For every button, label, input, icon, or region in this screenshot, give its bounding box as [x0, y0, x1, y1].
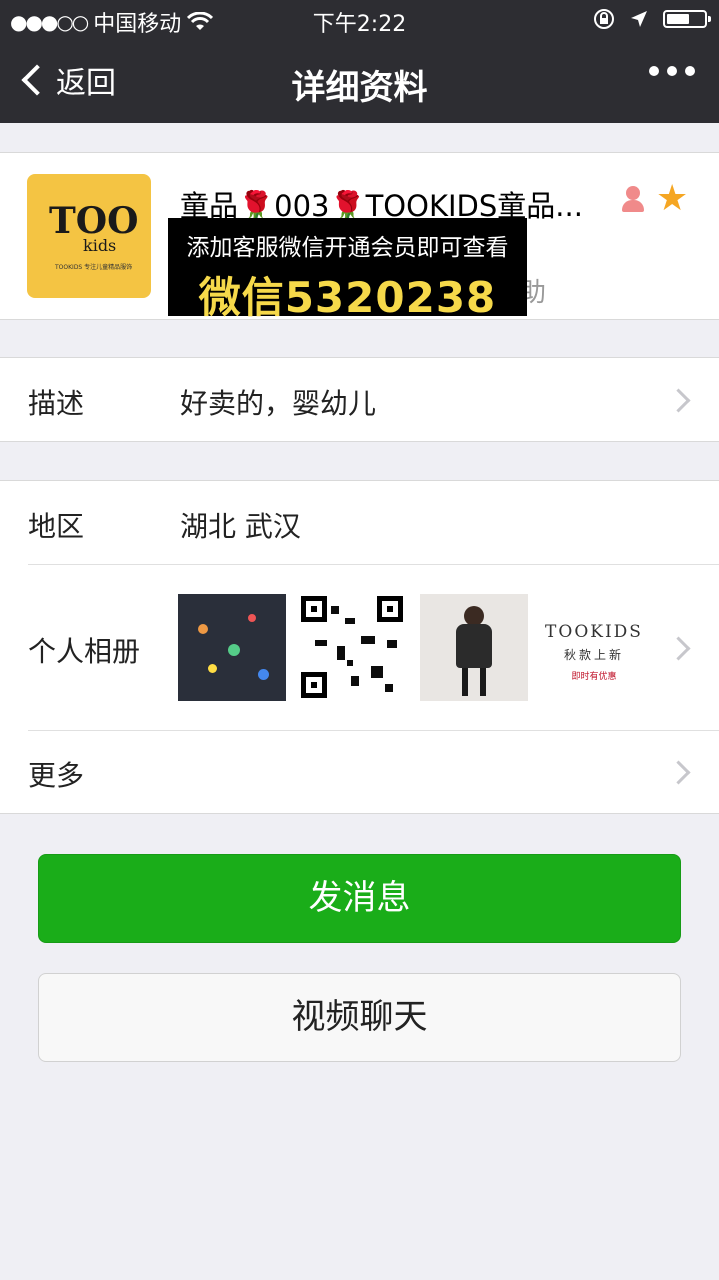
page-title: 详细资料: [291, 68, 428, 108]
thumb-promo-text: 即时有优惠: [571, 672, 617, 682]
promo-wechat-id: 微信5320238: [198, 273, 497, 322]
details-group: 地区 湖北 武汉 个人相册 TOOKIDS 秋款上新 即时有优惠 更多: [0, 480, 719, 814]
send-message-button[interactable]: 发消息: [38, 854, 681, 943]
chevron-right-icon: [666, 388, 691, 413]
name-badges: ★: [620, 181, 688, 217]
description-value: 好卖的，婴幼儿: [180, 387, 377, 420]
album-thumbnail: [420, 594, 528, 701]
battery-icon: [663, 10, 711, 28]
thumb-brand-text: TOOKIDS: [545, 622, 643, 642]
more-dot-icon: [667, 66, 677, 76]
star-icon[interactable]: ★: [656, 181, 688, 217]
status-bar: ●●●○○ 中国移动 下午2:22: [0, 0, 719, 40]
more-dot-icon: [649, 66, 659, 76]
chevron-right-icon: [666, 760, 691, 785]
description-label: 描述: [28, 387, 85, 420]
location-arrow-icon: [631, 11, 647, 27]
chevron-right-icon: [666, 636, 691, 661]
description-row[interactable]: 描述 好卖的，婴幼儿: [0, 358, 719, 441]
more-dot-icon: [685, 66, 695, 76]
promo-line1: 添加客服微信开通会员即可查看: [186, 235, 509, 261]
album-qr-thumbnail: [299, 594, 407, 701]
more-options-button[interactable]: [649, 66, 695, 76]
description-group: 描述 好卖的，婴幼儿: [0, 357, 719, 442]
album-thumbnail: TOOKIDS 秋款上新 即时有优惠: [540, 594, 648, 701]
region-value: 湖北 武汉: [180, 510, 301, 543]
nav-bar: 返回 详细资料: [0, 40, 719, 123]
album-label: 个人相册: [28, 635, 141, 668]
avatar-tagline: TOOKIDS 专注儿童精品服饰: [55, 264, 133, 271]
more-label: 更多: [28, 759, 85, 792]
album-thumbnail: [178, 594, 286, 701]
rotation-lock-icon: [594, 9, 614, 29]
promo-overlay: 添加客服微信开通会员即可查看 微信5320238: [168, 218, 527, 322]
avatar-kids-text: kids: [83, 236, 117, 255]
status-right: [593, 8, 711, 30]
more-row[interactable]: 更多: [0, 730, 719, 813]
female-gender-icon: [620, 184, 646, 214]
video-chat-button[interactable]: 视频聊天: [38, 973, 681, 1062]
region-label: 地区: [28, 510, 85, 543]
avatar[interactable]: TOO kids TOOKIDS 专注儿童精品服饰: [27, 174, 151, 298]
region-row: 地区 湖北 武汉: [0, 481, 719, 564]
album-row[interactable]: 个人相册 TOOKIDS 秋款上新 即时有优惠: [0, 564, 719, 730]
thumb-sub-text: 秋款上新: [563, 648, 624, 662]
